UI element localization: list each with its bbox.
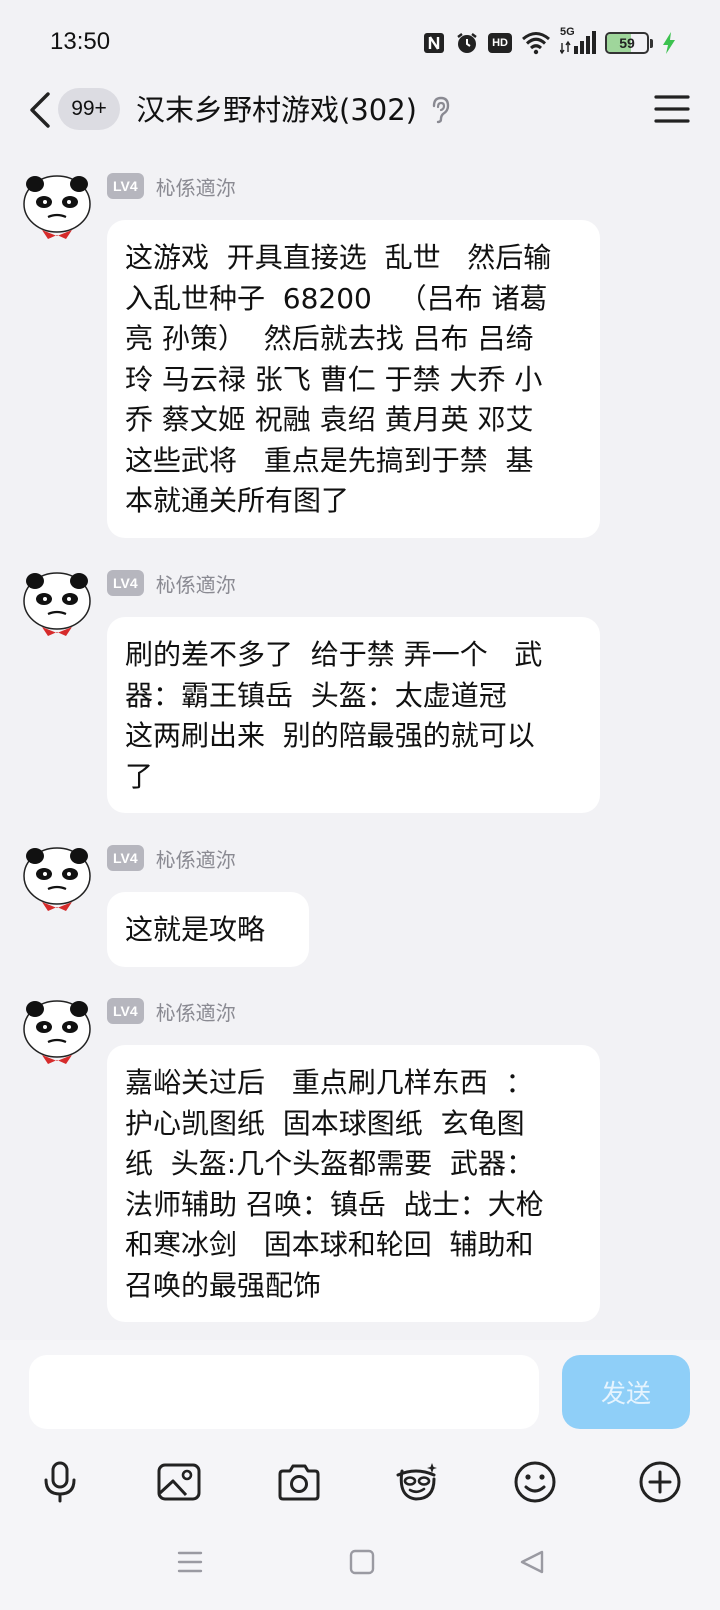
- wifi-icon: [522, 32, 550, 55]
- avatar[interactable]: [22, 172, 92, 242]
- chevron-left-icon: [30, 92, 50, 128]
- home-button[interactable]: [342, 1544, 382, 1580]
- message-bubble[interactable]: 这就是攻略: [107, 892, 309, 967]
- image-button[interactable]: [149, 1452, 209, 1512]
- sender-name[interactable]: 杺係適沵: [156, 997, 236, 1026]
- avatar[interactable]: [22, 844, 92, 914]
- sender-info: LV4 杺係適沵: [107, 172, 236, 200]
- chat-header: 99+ 汉末乡野村游戏(302): [0, 80, 720, 140]
- hamburger-menu-icon[interactable]: [654, 92, 690, 126]
- status-time: 13:50: [50, 28, 111, 55]
- avatar[interactable]: [22, 997, 92, 1067]
- camera-button[interactable]: [269, 1452, 329, 1512]
- ear-icon: [432, 96, 450, 124]
- camera-icon: [278, 1464, 320, 1501]
- sender-info: LV4 杺係適沵: [107, 569, 236, 597]
- level-badge: LV4: [107, 570, 144, 596]
- system-nav-bar: [0, 1530, 720, 1610]
- sender-info: LV4 杺係適沵: [107, 997, 236, 1025]
- level-badge: LV4: [107, 845, 144, 871]
- battery-icon: 59: [605, 32, 653, 54]
- back-triangle-icon: [520, 1550, 544, 1574]
- status-icons: HD 5G 59: [422, 26, 676, 58]
- page-title[interactable]: 汉末乡野村游戏(302): [136, 90, 417, 130]
- microphone-icon: [44, 1461, 76, 1503]
- battery-text: 59: [619, 35, 635, 51]
- image-icon: [157, 1463, 201, 1501]
- emoji-button[interactable]: [505, 1452, 565, 1512]
- nfc-icon: [424, 33, 445, 53]
- message-bubble[interactable]: 嘉峪关过后 重点刷几样东西 ： 护心凯图纸 固本球图纸 玄龟图 纸 头盔:几个头…: [107, 1045, 600, 1322]
- more-button[interactable]: [630, 1452, 690, 1512]
- voice-button[interactable]: [30, 1452, 90, 1512]
- recent-apps-button[interactable]: [170, 1544, 210, 1580]
- sender-name[interactable]: 杺係適沵: [156, 569, 236, 598]
- message-bubble[interactable]: 刷的差不多了 给于禁 弄一个 武 器：霸王镇岳 头盔：太虚道冠 这两刷出来 别的…: [107, 617, 600, 813]
- back-button[interactable]: [22, 88, 58, 132]
- level-badge: LV4: [107, 998, 144, 1024]
- alarm-icon: [457, 33, 477, 53]
- status-bar: 13:50 HD 5G 59: [0, 0, 720, 88]
- sender-name[interactable]: 杺係適沵: [156, 844, 236, 873]
- plus-circle-icon: [639, 1461, 681, 1503]
- composer-toolbar: [0, 1452, 720, 1532]
- level-badge: LV4: [107, 173, 144, 199]
- sticker-icon: [396, 1463, 437, 1501]
- charging-icon: [663, 32, 675, 54]
- emoji-icon: [514, 1461, 556, 1503]
- message-input[interactable]: [29, 1355, 539, 1429]
- sender-name[interactable]: 杺係適沵: [156, 172, 236, 201]
- cellular-signal-icon: 5G: [560, 26, 596, 56]
- message-bubble[interactable]: 这游戏 开具直接选 乱世 然后输 入乱世种子 68200 （吕布 诸葛 亮 孙策…: [107, 220, 600, 538]
- system-back-button[interactable]: [512, 1544, 552, 1580]
- send-button[interactable]: 发送: [562, 1355, 690, 1429]
- avatar[interactable]: [22, 569, 92, 639]
- sticker-button[interactable]: [387, 1452, 447, 1512]
- unread-count-badge[interactable]: 99+: [58, 88, 120, 130]
- sender-info: LV4 杺係適沵: [107, 844, 236, 872]
- hd-icon: HD: [488, 33, 512, 53]
- home-icon: [349, 1549, 375, 1575]
- recent-apps-icon: [177, 1551, 203, 1573]
